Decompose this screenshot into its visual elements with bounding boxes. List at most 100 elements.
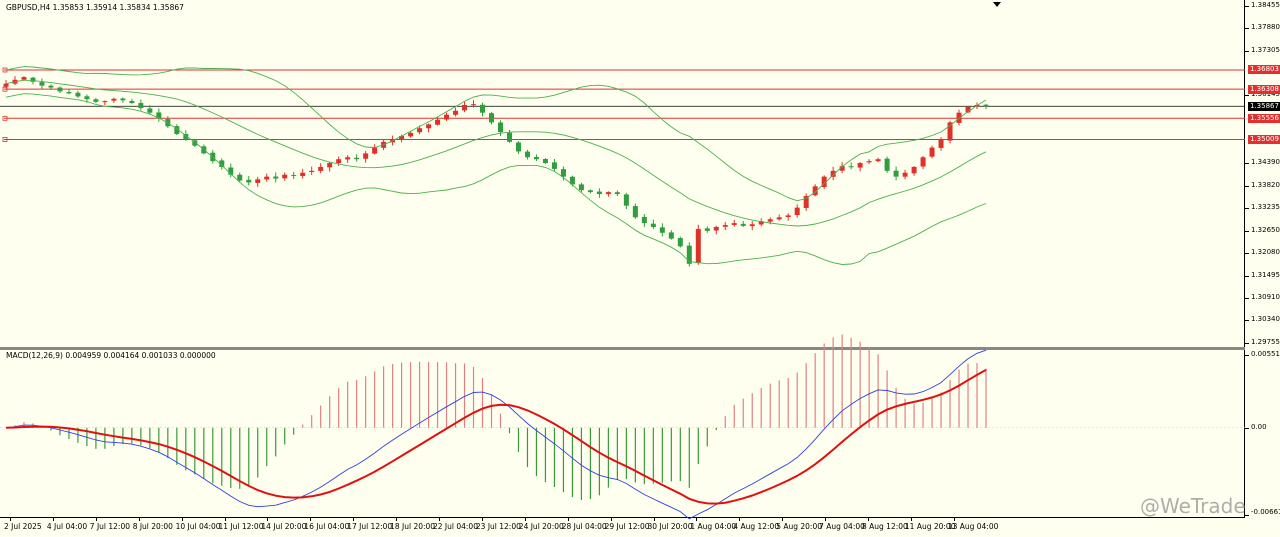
hline-price-label: 1.36308 — [1248, 84, 1280, 94]
macd-tick-label: -0.006613 — [1251, 508, 1280, 516]
bollinger-lower — [5, 93, 987, 265]
candle-body — [659, 227, 665, 233]
time-tick-mark — [396, 518, 398, 521]
price-tick-mark — [1245, 230, 1249, 232]
candle-body — [489, 113, 495, 123]
candle-body — [650, 223, 656, 227]
candle-body — [147, 108, 153, 113]
candle-body — [704, 228, 710, 231]
time-axis[interactable]: 2 Jul 2025 4 Jul 04:00 7 Jul 12:00 8 Jul 20… — [0, 518, 1245, 537]
time-tick-label: 7 Aug 04:00 — [819, 522, 865, 531]
price-tick-mark — [1245, 275, 1249, 277]
bollinger-middle — [5, 79, 987, 227]
candle-body — [435, 119, 441, 125]
price-tick-mark — [1245, 208, 1249, 210]
candle-body — [66, 92, 72, 94]
time-tick-mark — [52, 518, 54, 521]
candle-body — [363, 153, 369, 159]
candle-body — [722, 225, 728, 227]
candle-body — [273, 176, 279, 179]
candle-body — [48, 85, 54, 88]
price-tick-label: 1.37880 — [1251, 23, 1280, 32]
time-tick-label: 4 Aug 12:00 — [733, 522, 780, 531]
candle-body — [875, 159, 881, 162]
candle-body — [336, 159, 342, 164]
candle-body — [938, 139, 944, 148]
time-tick-mark — [868, 518, 869, 521]
time-tick-label: 24 Jul 20:00 — [518, 522, 564, 531]
time-tick-mark — [10, 518, 11, 521]
time-tick-label: 23 Jul 12:00 — [475, 522, 521, 531]
price-tick-label: 1.33820 — [1251, 180, 1280, 189]
current-price-label: 1.35867 — [1248, 101, 1280, 111]
time-tick-label: 1 Aug 04:00 — [690, 522, 737, 531]
time-tick-label: 29 Jul 12:00 — [604, 522, 650, 531]
candle-body — [408, 132, 414, 137]
time-tick-label: 17 Jul 12:00 — [347, 522, 393, 531]
price-tick-mark — [1245, 320, 1249, 322]
triangle-down-icon[interactable] — [993, 2, 1001, 7]
candle-body — [264, 176, 270, 180]
candle-body — [614, 192, 620, 195]
candle-body — [453, 110, 459, 115]
time-tick-label: 5 Aug 20:00 — [776, 522, 822, 531]
time-tick-mark — [95, 518, 97, 521]
time-tick-label: 16 Jul 04:00 — [304, 522, 350, 531]
time-tick-label: 22 Jul 04:00 — [433, 522, 478, 531]
candle-body — [471, 104, 477, 106]
candle-body — [138, 103, 144, 109]
hline-price-label: 1.36803 — [1248, 65, 1280, 75]
time-tick-mark — [353, 518, 355, 521]
candle-body — [767, 219, 773, 222]
candle-body — [740, 223, 746, 226]
time-tick-label: 4 Jul 04:00 — [46, 522, 88, 531]
candle-body — [462, 104, 468, 111]
price-tick-label: 1.30340 — [1251, 315, 1280, 324]
candle-body — [237, 174, 243, 181]
candle-body — [632, 206, 638, 218]
candle-body — [282, 174, 288, 179]
time-tick-mark — [439, 518, 440, 521]
candle-body — [300, 172, 306, 176]
price-tick-label: 1.30910 — [1251, 293, 1280, 302]
price-tick-label: 1.31495 — [1251, 270, 1280, 279]
candle-body — [920, 157, 926, 167]
macd-tick-label: 0.00551 — [1251, 350, 1280, 358]
price-tick-mark — [1245, 343, 1249, 344]
candle-body — [120, 98, 126, 101]
candle-body — [57, 87, 63, 92]
price-tick-mark — [1245, 185, 1249, 187]
candle-body — [695, 228, 701, 264]
price-scale[interactable]: 1.38455 1.37880 1.37305 1.36145 1.34390 1.338… — [1245, 0, 1280, 348]
chart-window[interactable]: GBPUSD,H4 1.35853 1.35914 1.35834 1.3586… — [0, 0, 1280, 537]
macd-line — [5, 349, 987, 520]
time-tick-label: 8 Aug 12:00 — [862, 522, 908, 531]
price-tick-label: 1.37305 — [1251, 45, 1280, 54]
macd-tick-mark — [1245, 355, 1249, 356]
symbol-caption: GBPUSD,H4 1.35853 1.35914 1.35834 1.3586… — [6, 3, 184, 12]
time-tick-mark — [610, 518, 612, 521]
time-tick-mark — [910, 518, 912, 521]
price-tick-mark — [1245, 28, 1249, 30]
candle-body — [506, 132, 512, 142]
candle-body — [533, 156, 539, 160]
time-tick-mark — [739, 518, 741, 521]
macd-scale[interactable]: 0.00551 0.00 -0.006613 — [1245, 350, 1280, 518]
chart-canvas — [0, 66, 1245, 520]
price-tick-label: 1.34390 — [1251, 158, 1280, 167]
candle-body — [578, 184, 584, 191]
candle-body — [749, 224, 755, 227]
candle-body — [902, 172, 908, 177]
candle-body — [426, 124, 432, 129]
candle-body — [515, 142, 521, 152]
candle-body — [884, 158, 890, 171]
time-tick-mark — [953, 518, 955, 521]
time-tick-label: 11 Jul 12:00 — [218, 522, 264, 531]
time-tick-mark — [653, 518, 655, 521]
macd-tick-label: 0.00 — [1251, 422, 1267, 431]
candle-body — [911, 166, 917, 174]
candle-body — [497, 122, 503, 133]
candle-body — [776, 217, 782, 220]
candle-body — [417, 128, 423, 133]
price-tick-mark — [1245, 50, 1249, 52]
